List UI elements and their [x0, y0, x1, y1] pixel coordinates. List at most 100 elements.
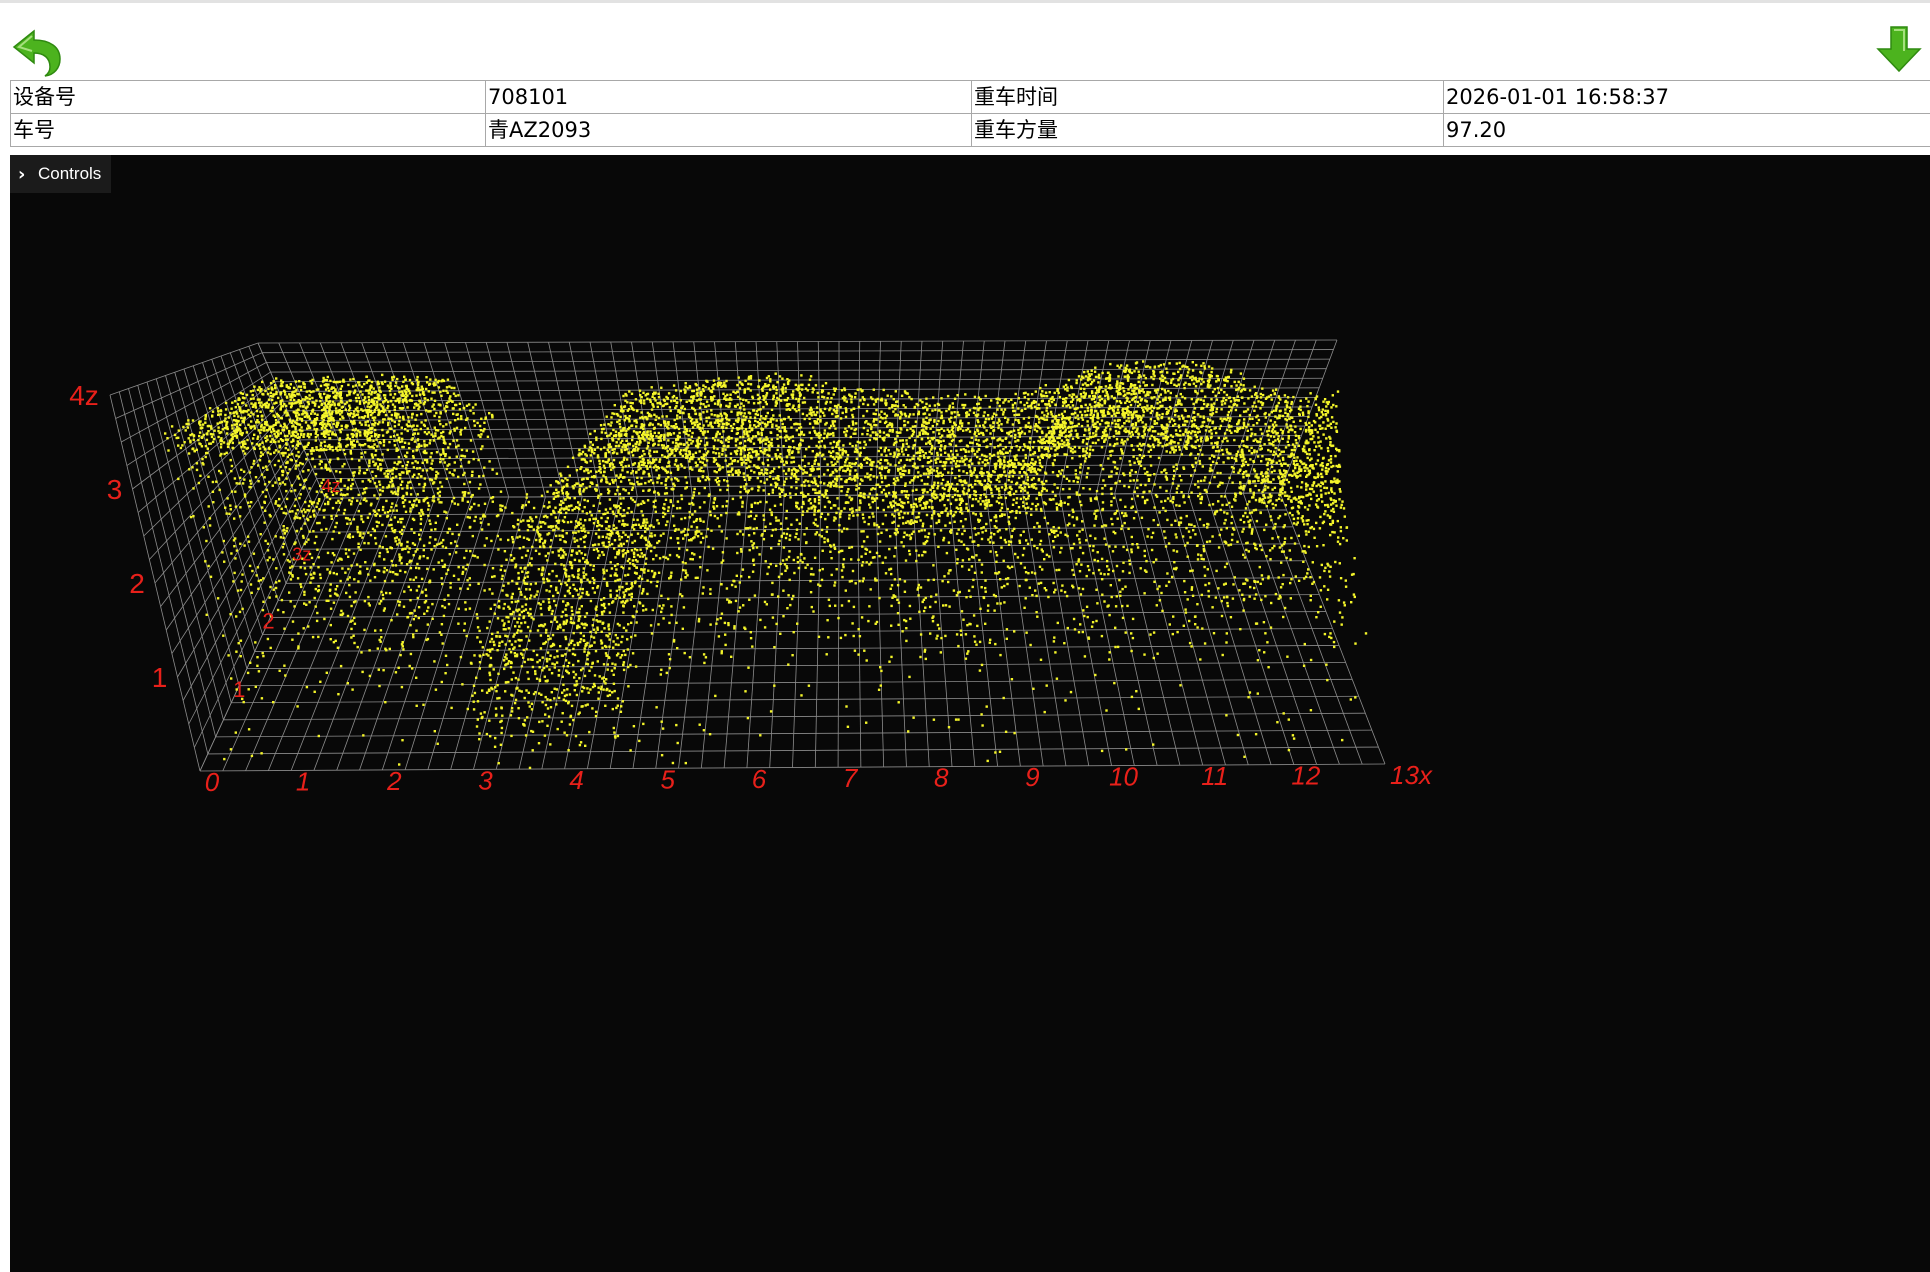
point — [440, 485, 444, 488]
point — [340, 609, 343, 613]
point — [325, 599, 329, 602]
point — [498, 644, 501, 647]
point — [368, 461, 371, 465]
point — [532, 528, 535, 531]
point — [419, 427, 422, 431]
point — [205, 438, 209, 442]
download-button[interactable] — [1874, 25, 1924, 75]
point — [437, 386, 441, 389]
point — [380, 636, 383, 639]
point — [1122, 387, 1125, 390]
point — [399, 653, 402, 657]
point — [956, 459, 959, 463]
point — [356, 645, 359, 649]
point — [922, 454, 925, 457]
point — [702, 384, 705, 387]
point — [375, 400, 379, 404]
point — [389, 393, 392, 396]
point — [793, 446, 796, 449]
point — [566, 521, 570, 524]
point — [431, 499, 434, 502]
point-cloud-viewer[interactable]: 0 1 2 3 4 5 6 7 8 9 10 11 12 13x 1 2 3 4z 1 2 3z 4z › Control… — [10, 155, 1930, 1272]
point — [361, 536, 364, 539]
point — [233, 434, 237, 438]
point — [204, 560, 207, 563]
point — [296, 440, 299, 443]
point — [794, 493, 797, 496]
point — [619, 710, 623, 713]
point — [659, 534, 663, 537]
point — [405, 423, 409, 426]
point — [553, 656, 556, 659]
point — [564, 608, 567, 611]
point — [324, 444, 327, 448]
point — [504, 643, 507, 646]
point — [259, 431, 262, 434]
point — [553, 687, 556, 690]
point — [862, 530, 865, 533]
point — [543, 734, 547, 737]
point — [580, 526, 583, 529]
point — [328, 589, 332, 592]
point — [336, 403, 340, 406]
device-label: 设备号 — [10, 80, 486, 114]
point — [205, 539, 208, 543]
point — [453, 386, 456, 390]
point — [1256, 580, 1259, 584]
point — [626, 638, 629, 641]
point — [378, 488, 382, 492]
point — [322, 516, 326, 519]
point — [594, 532, 598, 535]
point — [586, 687, 589, 690]
point — [420, 508, 423, 512]
point — [253, 424, 256, 428]
point — [509, 554, 513, 557]
point — [279, 408, 282, 411]
point — [280, 598, 284, 602]
point — [312, 390, 315, 393]
point — [182, 425, 185, 429]
point — [373, 494, 376, 497]
point — [253, 385, 256, 388]
point — [235, 430, 238, 434]
point — [564, 659, 568, 662]
point — [284, 393, 287, 396]
point — [1344, 585, 1348, 588]
point — [315, 490, 319, 493]
side-grid-line — [165, 439, 301, 631]
point — [538, 666, 541, 669]
point — [498, 641, 501, 645]
point — [864, 552, 867, 555]
point — [299, 388, 303, 392]
point — [358, 443, 361, 446]
point — [376, 403, 379, 406]
point — [310, 382, 314, 385]
point — [305, 390, 308, 393]
point — [559, 556, 563, 559]
point — [234, 490, 237, 493]
point — [514, 676, 518, 680]
point — [371, 427, 374, 430]
point — [512, 557, 516, 560]
point — [361, 480, 364, 483]
back-button[interactable] — [8, 25, 62, 79]
point — [428, 541, 431, 545]
point — [975, 554, 978, 557]
point — [271, 484, 274, 487]
point — [340, 385, 344, 388]
point — [1281, 475, 1284, 479]
time-label: 重车时间 — [971, 80, 1444, 114]
point — [201, 423, 205, 426]
point — [330, 561, 333, 564]
point — [1052, 442, 1055, 446]
point — [638, 585, 641, 588]
point — [848, 442, 852, 445]
point — [419, 518, 423, 521]
point — [565, 511, 568, 515]
point — [565, 505, 568, 509]
point — [233, 477, 237, 480]
point-cloud-chart[interactable]: 0 1 2 3 4 5 6 7 8 9 10 11 12 13x1234z123z4z — [10, 155, 1930, 1272]
point — [430, 548, 433, 551]
point — [289, 600, 292, 603]
point — [339, 448, 342, 451]
